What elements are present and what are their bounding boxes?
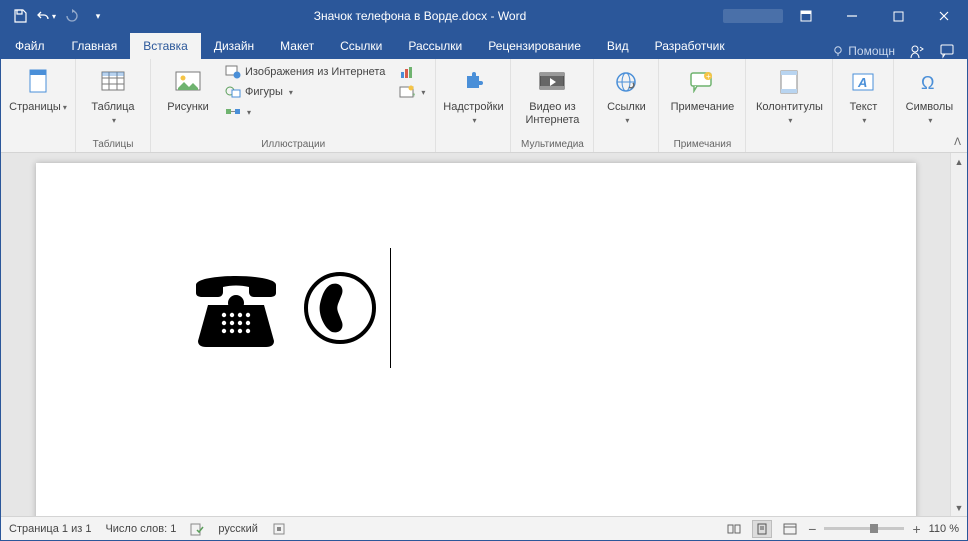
status-macro-icon[interactable] [272,522,286,536]
web-layout-button[interactable] [780,520,800,538]
table-icon [100,70,126,94]
tab-дизайн[interactable]: Дизайн [201,33,267,59]
tab-главная[interactable]: Главная [59,33,131,59]
ribbon-tabs: Файл ГлавнаяВставкаДизайнМакетСсылкиРасс… [1,31,967,59]
page-icon [27,68,49,96]
status-page[interactable]: Страница 1 из 1 [9,523,91,535]
save-button[interactable] [9,5,31,27]
addins-icon [461,70,485,94]
group-comments: + Примечание Примечания [659,59,746,152]
telephone-icon [186,267,286,349]
svg-text:A: A [857,75,867,90]
close-button[interactable] [921,1,967,31]
titlebar: ▾ ▾ Значок телефона в Ворде.docx - Word [1,1,967,31]
online-pictures-icon [225,65,241,79]
group-illustrations: Рисунки Изображения из Интернета Фигуры▾… [151,59,436,152]
print-layout-button[interactable] [752,520,772,538]
group-media: Видео из Интернета Мультимедиа [511,59,594,152]
status-language[interactable]: русский [218,523,257,535]
textbox-icon: A [851,71,875,93]
tell-me-search[interactable]: Помощн [832,44,895,58]
qat-customize-button[interactable]: ▾ [87,5,109,27]
group-text: A Текст▾ [833,59,894,152]
screenshot-button[interactable]: + ▾ [395,83,429,101]
maximize-button[interactable] [875,1,921,31]
minimize-button[interactable] [829,1,875,31]
group-links: Ссылки▾ [594,59,659,152]
header-footer-icon [778,69,800,95]
svg-text:+: + [412,92,415,99]
statusbar: Страница 1 из 1 Число слов: 1 русский − … [1,516,967,540]
group-tables: Таблица▾ Таблицы [76,59,151,152]
document-area: ▲ ▼ [1,153,967,516]
tab-разработчик[interactable]: Разработчик [642,33,738,59]
smartart-icon [225,105,241,119]
chart-button[interactable] [395,63,429,81]
symbols-button[interactable]: Ω Символы▾ [900,63,958,129]
pages-button[interactable]: Страницы▾ [7,63,69,116]
tab-рассылки[interactable]: Рассылки [395,33,475,59]
word-window: ▾ ▾ Значок телефона в Ворде.docx - Word [0,0,968,541]
share-icon[interactable] [909,43,925,59]
redo-button[interactable] [61,5,83,27]
scroll-up-button[interactable]: ▲ [951,153,967,170]
video-icon [538,71,566,93]
picture-icon [174,70,202,94]
file-tab[interactable]: Файл [1,33,59,59]
smartart-button[interactable]: ▾ [221,103,389,121]
comment-icon: + [689,71,715,93]
tab-макет[interactable]: Макет [267,33,327,59]
lightbulb-icon [832,45,844,57]
group-addins: Надстройки▾ [436,59,511,152]
table-button[interactable]: Таблица▾ [82,63,144,129]
status-word-count[interactable]: Число слов: 1 [105,523,176,535]
ribbon: Страницы▾ Таблица▾ Таблицы Рисунки [1,59,967,153]
shapes-button[interactable]: Фигуры▾ [221,83,389,101]
zoom-in-button[interactable]: + [912,521,920,537]
comment-button[interactable]: + Примечание [665,63,739,116]
screenshot-icon: + [399,85,415,99]
zoom-level[interactable]: 110 % [929,523,959,535]
tab-ссылки[interactable]: Ссылки [327,33,395,59]
link-icon [614,70,638,94]
status-proofing-icon[interactable] [190,522,204,536]
window-controls [783,1,967,31]
group-header-footer: Колонтитулы▾ [746,59,833,152]
document-title: Значок телефона в Ворде.docx - Word [117,9,723,23]
zoom-out-button[interactable]: − [808,521,816,537]
svg-text:+: + [706,72,711,81]
online-pictures-button[interactable]: Изображения из Интернета [221,63,389,81]
text-cursor [390,248,391,368]
collapse-ribbon-button[interactable]: ᐱ [954,137,961,148]
read-mode-button[interactable] [724,520,744,538]
document-page[interactable] [36,163,916,516]
chart-icon [399,65,415,79]
online-video-button[interactable]: Видео из Интернета [517,63,587,129]
links-button[interactable]: Ссылки▾ [600,63,652,129]
quick-access-toolbar: ▾ ▾ [1,5,117,27]
zoom-slider[interactable] [824,527,904,530]
undo-button[interactable]: ▾ [35,5,57,27]
svg-text:Ω: Ω [921,73,934,93]
vertical-scrollbar[interactable]: ▲ ▼ [950,153,967,516]
tab-рецензирование[interactable]: Рецензирование [475,33,594,59]
phone-handset-circle-icon [302,270,378,346]
feedback-icon[interactable] [939,43,955,59]
tab-вид[interactable]: Вид [594,33,642,59]
addins-button[interactable]: Надстройки▾ [442,63,504,129]
group-pages: Страницы▾ [1,59,76,152]
ribbon-display-options-button[interactable] [783,1,829,31]
omega-icon: Ω [918,71,940,93]
tab-вставка[interactable]: Вставка [130,33,201,59]
account-area[interactable] [723,9,783,23]
header-footer-button[interactable]: Колонтитулы▾ [752,63,826,129]
pictures-button[interactable]: Рисунки [157,63,219,116]
text-button[interactable]: A Текст▾ [839,63,887,129]
document-content [186,248,391,368]
scroll-down-button[interactable]: ▼ [951,499,967,516]
shapes-icon [225,85,241,99]
